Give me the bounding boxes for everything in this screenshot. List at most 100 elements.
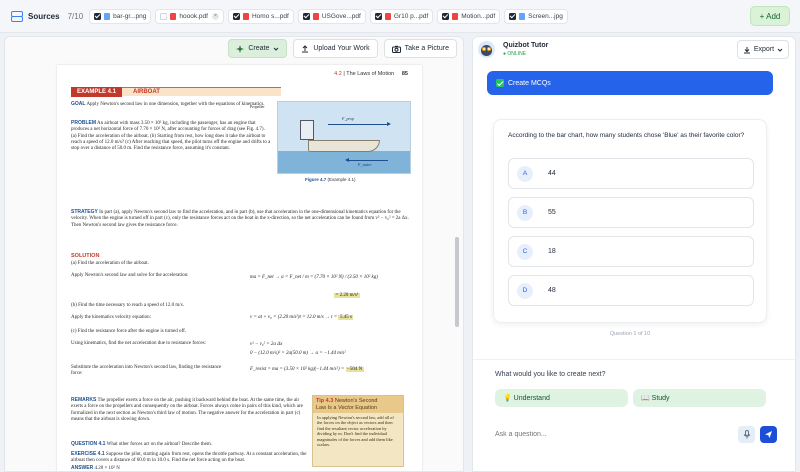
figure-label-water-force: F_water [358, 162, 372, 167]
solution-part-c: (c) Find the resistance force after the … [71, 329, 186, 334]
source-chip[interactable]: hoook.pdf × [155, 8, 224, 24]
close-icon[interactable]: × [211, 12, 219, 20]
send-button[interactable] [760, 426, 777, 443]
chevron-down-icon [273, 47, 279, 51]
export-button[interactable]: Export [737, 40, 789, 59]
chat-panel: Quizbot Tutor ● ONLINE Export Create MCQ… [472, 36, 796, 472]
solution-a-text: Apply Newton's second law and solve for … [71, 273, 189, 278]
image-file-icon [104, 12, 111, 20]
option-value: 18 [548, 248, 556, 255]
strategy-keyword: STRATEGY [71, 209, 98, 215]
document-toolbar: Create Upload Your Work Take a Picture [228, 39, 457, 58]
add-source-button[interactable]: + Add [750, 6, 790, 26]
source-chip[interactable]: bar-gr...png [89, 8, 152, 24]
source-chip-label: hoook.pdf [179, 12, 208, 20]
question-card: According to the bar chart, how many stu… [493, 119, 767, 323]
checkbox-icon[interactable] [374, 12, 382, 20]
chevron-down-icon [777, 48, 783, 52]
divider [473, 359, 795, 360]
checkbox-icon[interactable] [302, 12, 310, 20]
remarks-text: The propeller exerts a force on the air,… [71, 398, 303, 422]
remarks-paragraph: REMARKS The propeller exerts a force on … [71, 397, 307, 423]
airboat-hull [308, 140, 380, 152]
option-value: 55 [548, 209, 556, 216]
send-icon [765, 431, 772, 438]
airboat-figure: Propeller F_prop F_water [250, 101, 411, 174]
figure-label-prop-force: F_prop [342, 116, 354, 121]
answer-option[interactable]: A 44 [508, 158, 754, 189]
answer-paragraph: ANSWER 4.20 × 10² N [71, 465, 307, 471]
source-chip[interactable]: Motion...pdf [437, 8, 501, 24]
checkbox-icon[interactable] [160, 12, 168, 20]
option-letter: A [517, 165, 533, 182]
source-chip-list: bar-gr...png hoook.pdf × Homo s...pdf USG… [89, 8, 568, 24]
download-icon [743, 46, 750, 53]
source-chip-label: Gr10 p...pdf [393, 12, 429, 20]
create-button[interactable]: Create [228, 39, 288, 58]
answer-option[interactable]: D 48 [508, 275, 754, 306]
equation-c1: v² − v₀² = 2a Δx [250, 342, 283, 347]
tip-header: Tip 4.3 Newton's Second Law Is a Vector … [313, 396, 403, 413]
answer-b-value: 5.45 s [338, 315, 354, 320]
suggestion-study[interactable]: 📖 Study [633, 389, 766, 407]
answer-c-value: −504 N [345, 367, 364, 372]
source-chip[interactable]: USGove...pdf [297, 8, 366, 24]
answer-option[interactable]: B 55 [508, 197, 754, 228]
page-number: 85 [401, 71, 408, 77]
document-scrollbar[interactable] [455, 237, 459, 327]
figure-caption-text: (Example 4.1) [327, 177, 356, 182]
equation-c3: F_resist = ma = (3.50 × 10² kg)(−1.44 m/… [250, 367, 364, 372]
checkbox-icon[interactable] [232, 12, 240, 20]
solution-heading: SOLUTION [71, 253, 99, 260]
checkbox-icon[interactable] [509, 12, 517, 20]
chat-input[interactable] [487, 422, 743, 446]
upload-work-button[interactable]: Upload Your Work [293, 39, 378, 58]
solution-part-b: (b) Find the time necessary to reach a s… [71, 303, 184, 308]
chapter-title: The Laws of Motion [346, 71, 395, 77]
checkbox-icon[interactable] [442, 12, 450, 20]
answer-a: = 2.20 m/s² [334, 293, 360, 298]
answer-option[interactable]: C 18 [508, 236, 754, 267]
take-picture-label: Take a Picture [404, 45, 449, 52]
source-chip[interactable]: Homo s...pdf [227, 8, 294, 24]
question-paragraph: QUESTION 4.1 What other forces act on th… [71, 441, 307, 448]
pdf-file-icon [384, 12, 391, 20]
sparkle-icon [236, 44, 245, 53]
suggestion-understand[interactable]: 💡 Understand [495, 389, 628, 407]
equation-c3-text: F_resist = ma = (3.50 × 10² kg)(−1.44 m/… [250, 367, 345, 372]
answer-keyword: ANSWER [71, 465, 94, 471]
document-panel: Create Upload Your Work Take a Picture 4… [4, 36, 464, 472]
tip-title-part: Law Is a [316, 404, 337, 411]
equation-b-text: v = at + v₀ = (2.20 m/s²)t = 12.0 m/s → … [250, 315, 338, 320]
take-picture-button[interactable]: Take a Picture [383, 39, 457, 58]
equation-b: v = at + v₀ = (2.20 m/s²)t = 12.0 m/s → … [250, 315, 354, 320]
goal-paragraph: GOAL Apply Newton's second law in one di… [71, 101, 271, 108]
section-number: 4.2 [334, 71, 342, 77]
sources-count: 7/10 [67, 11, 84, 21]
question-text: What other forces act on the airboat? De… [106, 442, 212, 447]
problem-text: An airboat with mass 3.50 × 10² kg, incl… [71, 121, 271, 152]
source-chip-label: bar-gr...png [113, 12, 147, 20]
image-file-icon [519, 12, 526, 20]
figure-label-propeller: Propeller [250, 104, 265, 109]
chat-input-row [487, 422, 783, 446]
example-number: EXAMPLE 4.1 [71, 87, 123, 97]
bot-name: Quizbot Tutor [503, 42, 549, 49]
exercise-keyword: EXERCISE 4.1 [71, 451, 105, 457]
exercise-text: Suppose the pilot, starting again from r… [71, 452, 307, 464]
tip-title-part: Vector [338, 404, 354, 411]
checkbox-icon[interactable] [94, 12, 102, 20]
microphone-button[interactable] [738, 426, 755, 443]
strategy-text: In part (a), apply Newton's second law t… [71, 210, 409, 228]
create-mcqs-banner[interactable]: Create MCQs [487, 71, 773, 95]
solution-c-text2: Substitute the acceleration into Newton'… [71, 365, 222, 377]
solution-b-text: Apply the kinematics velocity equation: [71, 315, 151, 320]
equation-a: ma = F_net → a = F_net / m = (7.70 × 10²… [250, 275, 378, 280]
chat-header: Quizbot Tutor ● ONLINE Export [473, 37, 795, 65]
source-chip-label: Motion...pdf [461, 12, 496, 20]
page-header: 4.2 | The Laws of Motion 85 [334, 71, 408, 77]
answer-a-value: = 2.20 m/s² [334, 293, 360, 298]
source-chip[interactable]: Gr10 p...pdf [369, 8, 434, 24]
source-chip[interactable]: Screen...jpg [504, 8, 568, 24]
option-value: 48 [548, 287, 556, 294]
